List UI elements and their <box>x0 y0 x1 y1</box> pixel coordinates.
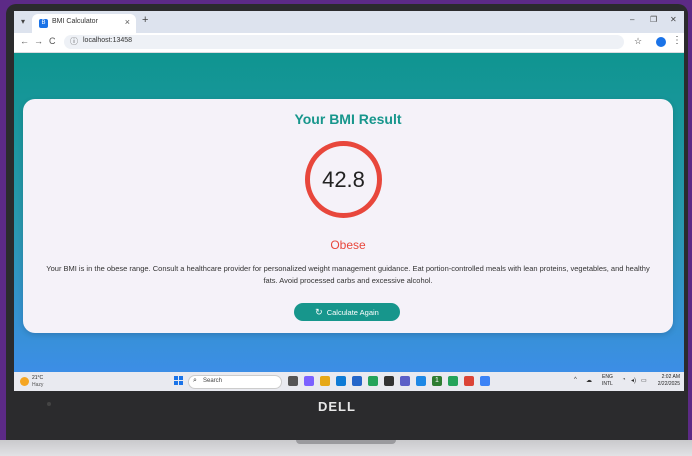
hinge-notch <box>296 440 396 444</box>
battery-icon[interactable]: ▭ <box>641 377 647 384</box>
language-indicator[interactable]: ENG INTL <box>602 374 613 388</box>
snipping-tool-icon[interactable] <box>480 376 490 386</box>
weather-sun-icon <box>20 377 29 386</box>
notification-badge: 1 <box>435 377 439 384</box>
restore-button[interactable]: ❐ <box>650 15 657 24</box>
word-icon[interactable] <box>352 376 362 386</box>
screen: ▾ B BMI Calculator × + – ❐ ✕ ← → C ⓘ loc… <box>14 11 684 391</box>
weather-temp: 21°C <box>32 375 44 381</box>
bmi-advice: Your BMI is in the obese range. Consult … <box>46 264 650 285</box>
profile-avatar[interactable] <box>656 37 666 47</box>
lang-secondary: INTL <box>602 381 613 387</box>
bmi-value: 42.8 <box>322 167 365 192</box>
whatsapp-desktop-icon[interactable] <box>448 376 458 386</box>
calculate-again-label: Calculate Again <box>326 308 379 317</box>
calculate-again-button[interactable]: ↻ Calculate Again <box>294 303 400 321</box>
url-text: localhost:13458 <box>83 37 133 44</box>
page-background: Your BMI Result 42.8 Obese Your BMI is i… <box>14 53 684 372</box>
tray-chevron-icon[interactable]: ^ <box>574 377 577 383</box>
taskbar: 21°C Hazy ⌕ Search 1 ^ ☁ ENG INTL ◔ ◂) ▭… <box>14 372 684 391</box>
task-view-icon[interactable] <box>288 376 298 386</box>
weather-desc: Hazy <box>32 382 44 388</box>
webcam <box>47 402 51 406</box>
favicon-icon: B <box>39 19 48 28</box>
omnibox[interactable]: ⓘ localhost:13458 <box>64 35 624 49</box>
laptop-bezel: ▾ B BMI Calculator × + – ❐ ✕ ← → C ⓘ loc… <box>6 4 688 440</box>
start-button[interactable] <box>174 376 184 386</box>
copilot-icon[interactable] <box>304 376 314 386</box>
taskbar-search[interactable]: ⌕ Search <box>188 375 282 389</box>
tab-bmi-calculator[interactable]: B BMI Calculator × <box>32 14 136 33</box>
app-icon[interactable]: 1 <box>432 376 442 386</box>
clock-date: 2/22/2025 <box>657 381 680 387</box>
bmi-category: Obese <box>330 238 366 252</box>
vscode-icon[interactable] <box>416 376 426 386</box>
forward-button[interactable]: → <box>34 36 43 46</box>
minimize-button[interactable]: – <box>630 15 634 24</box>
close-window-button[interactable]: ✕ <box>670 15 677 24</box>
brand-logo: DELL <box>318 399 356 414</box>
site-info-icon[interactable]: ⓘ <box>70 36 78 47</box>
tray-cloud-icon[interactable]: ☁ <box>586 377 592 384</box>
volume-icon[interactable]: ◂) <box>631 377 636 384</box>
tab-strip: ▾ B BMI Calculator × + – ❐ ✕ <box>14 11 684 33</box>
address-bar-row: ← → C ⓘ localhost:13458 ☆ ⋮ <box>14 33 684 53</box>
result-card: Your BMI Result 42.8 Obese Your BMI is i… <box>23 99 673 333</box>
refresh-icon: ↻ <box>315 307 323 317</box>
edge-icon[interactable] <box>336 376 346 386</box>
tab-search-icon[interactable]: ▾ <box>18 16 28 28</box>
bookmark-star-icon[interactable]: ☆ <box>634 36 642 47</box>
result-heading: Your BMI Result <box>294 111 402 127</box>
new-tab-button[interactable]: + <box>142 14 148 26</box>
mail-icon[interactable] <box>384 376 394 386</box>
back-button[interactable]: ← <box>20 36 29 46</box>
search-placeholder: Search <box>203 378 223 384</box>
teams-icon[interactable] <box>400 376 410 386</box>
wifi-icon[interactable]: ◔ <box>622 377 626 383</box>
whatsapp-icon[interactable] <box>368 376 378 386</box>
tab-title: BMI Calculator <box>52 18 98 25</box>
clock[interactable]: 2:02 AM 2/22/2025 <box>650 374 680 388</box>
file-explorer-icon[interactable] <box>320 376 330 386</box>
lang-primary: ENG <box>602 374 613 380</box>
bmi-ring: 42.8 <box>305 141 382 218</box>
clock-time: 2:02 AM <box>661 374 680 380</box>
tab-close-icon[interactable]: × <box>125 17 130 27</box>
laptop-base <box>0 440 692 456</box>
chrome-icon[interactable] <box>464 376 474 386</box>
browser-menu-icon[interactable]: ⋮ <box>672 35 682 46</box>
search-icon: ⌕ <box>193 377 197 384</box>
reload-button[interactable]: C <box>49 36 56 46</box>
